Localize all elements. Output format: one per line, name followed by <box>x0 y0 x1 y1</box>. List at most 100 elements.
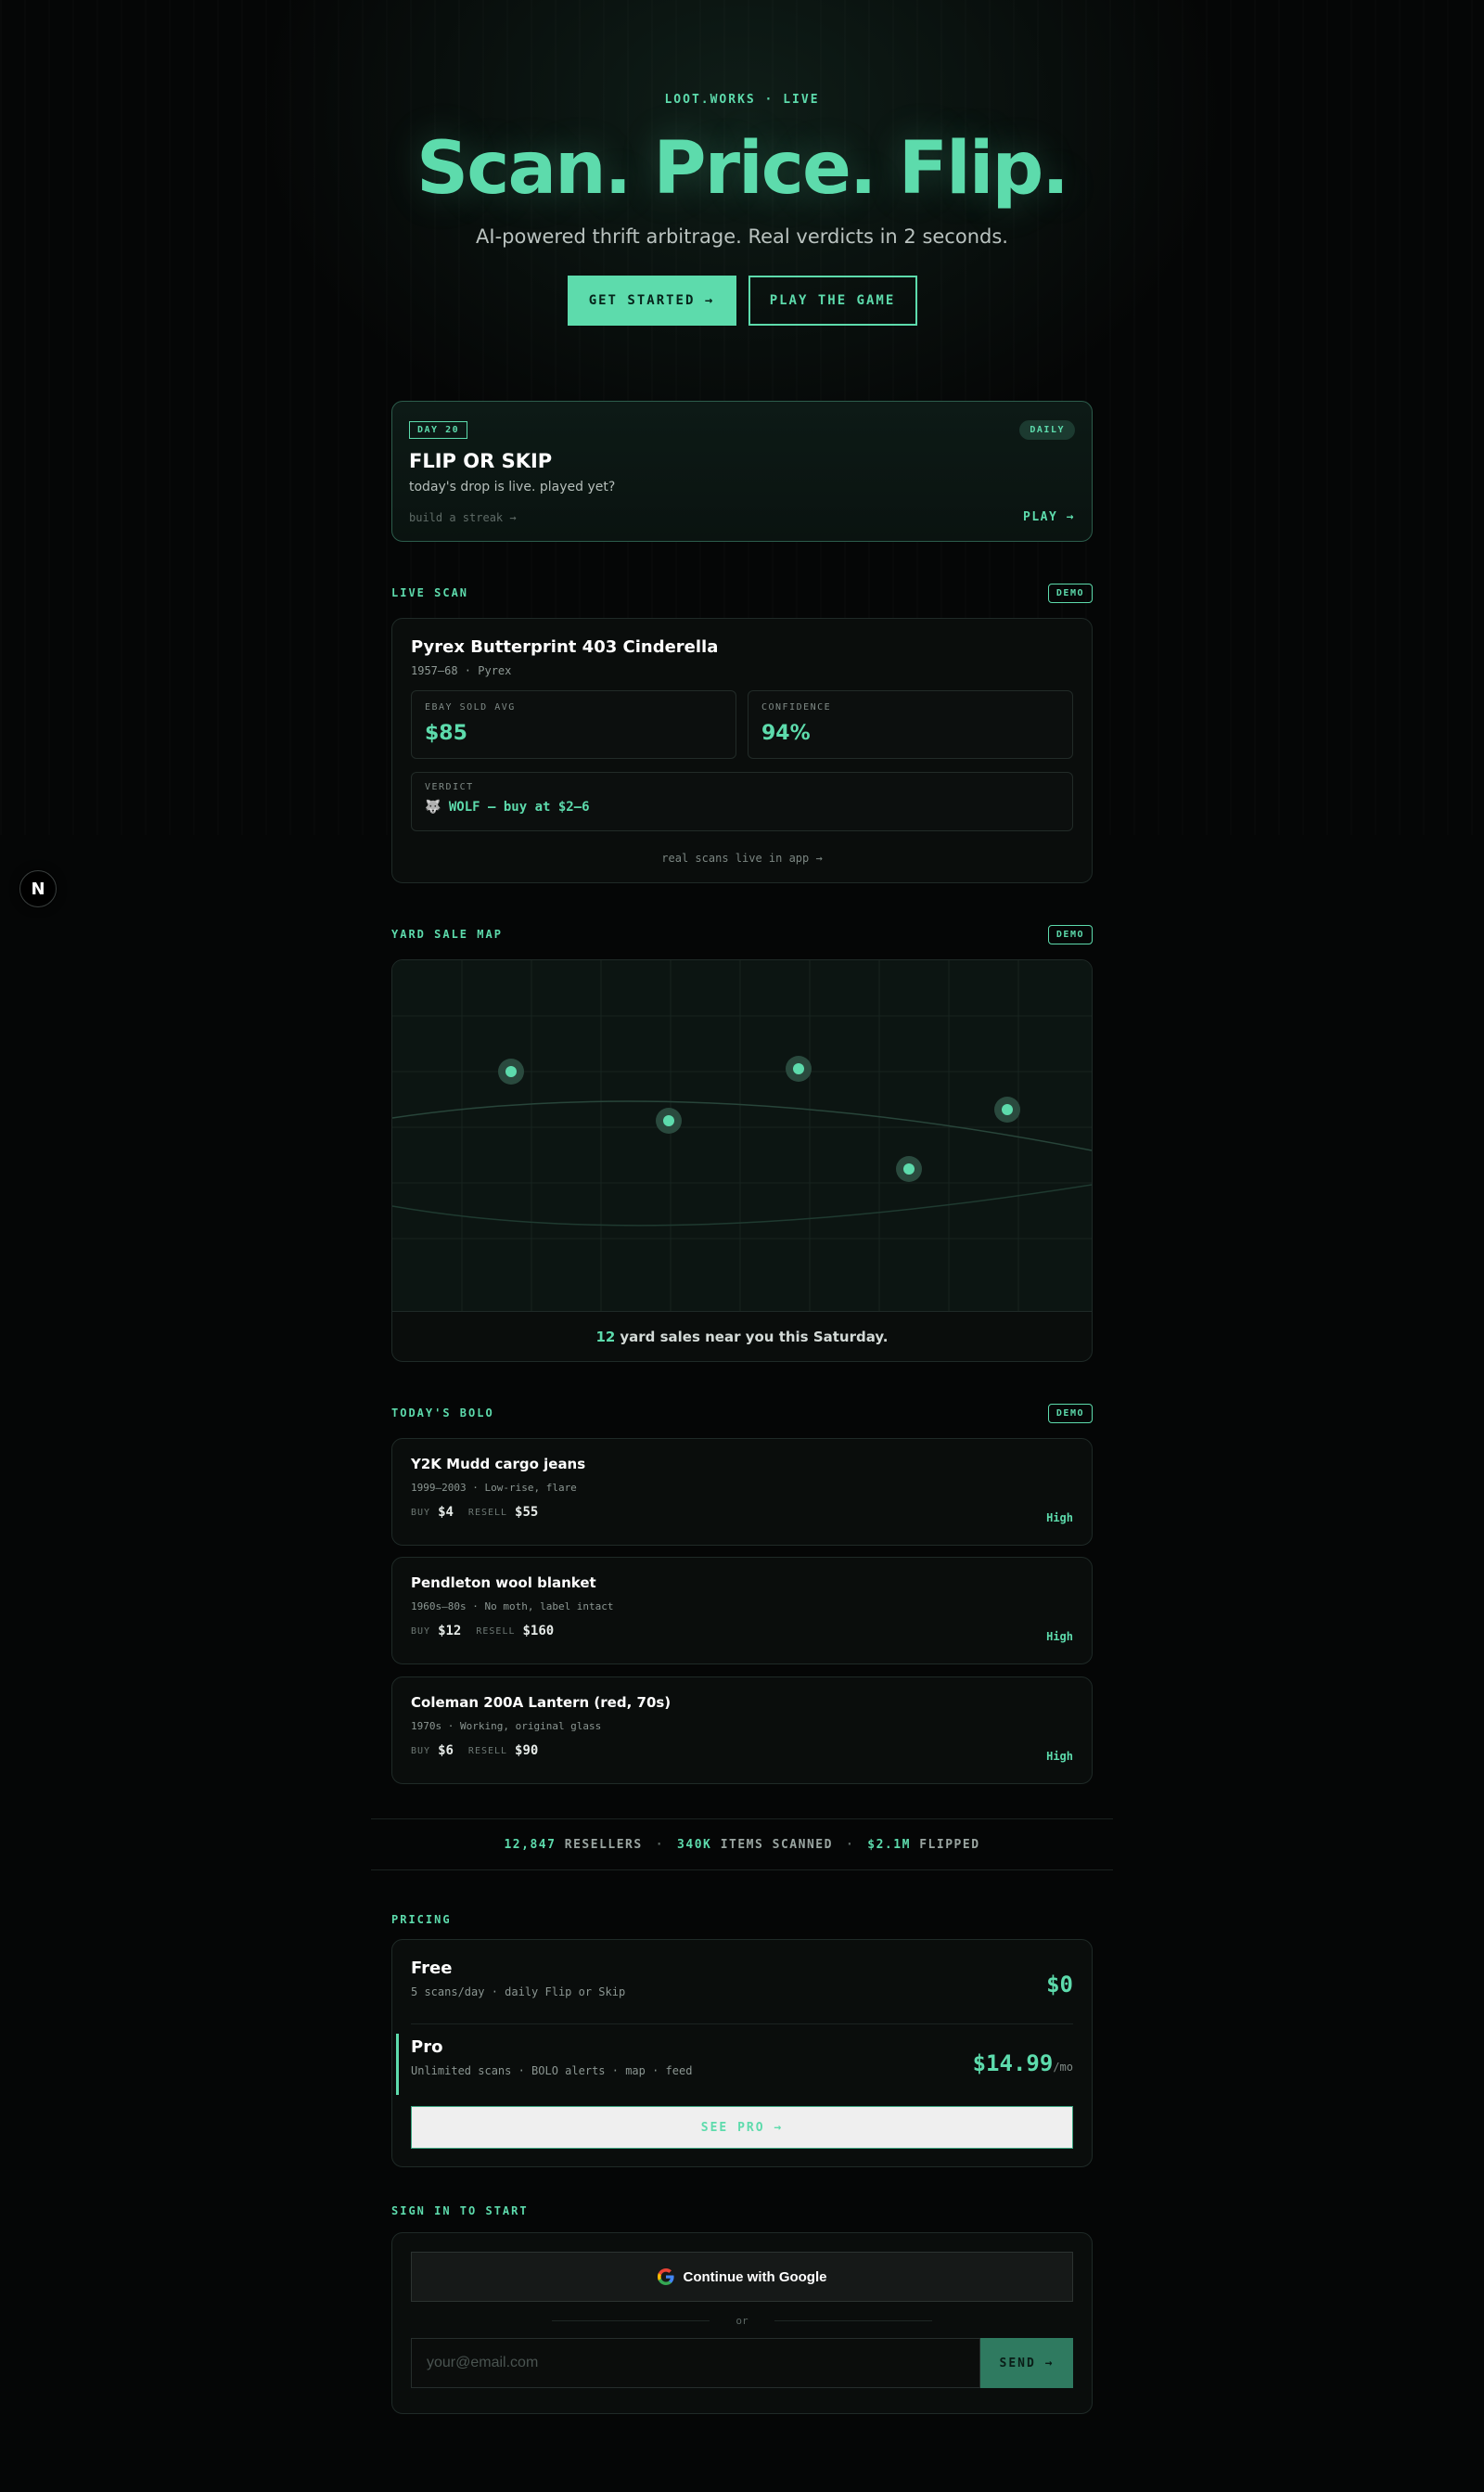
stat-label: CONFIDENCE <box>761 702 832 713</box>
google-icon <box>657 2268 674 2285</box>
plan-price-value: $0 <box>1046 1972 1073 1997</box>
map-pin[interactable] <box>656 1108 682 1134</box>
bolo-item-title: Coleman 200A Lantern (red, 70s) <box>411 1694 672 1711</box>
n-logo-button[interactable]: N <box>19 870 57 907</box>
bolo-item[interactable]: Y2K Mudd cargo jeans 1999–2003 · Low-ris… <box>391 1438 1093 1546</box>
yard-sale-count: 12 <box>595 1328 616 1345</box>
see-pro-button[interactable]: SEE PRO → <box>411 2106 1073 2149</box>
bolo-item-title: Y2K Mudd cargo jeans <box>411 1456 586 1472</box>
bolo-item-title: Pendleton wool blanket <box>411 1574 596 1591</box>
pricing-label: PRICING <box>391 1913 452 1926</box>
pricing-card: Free 5 scans/day · daily Flip or Skip $0… <box>391 1939 1093 2167</box>
hero-title: Scan. Price. Flip. <box>416 127 1069 211</box>
stat-value: $85 <box>425 722 467 745</box>
day-badge: DAY 20 <box>409 421 468 439</box>
daily-footer: build a streak → PLAY → <box>409 510 1075 524</box>
scan-stats: EBAY SOLD AVG $85 CONFIDENCE 94% <box>411 690 1073 759</box>
play-the-game-button[interactable]: PLAY THE GAME <box>748 276 917 326</box>
real-scans-link[interactable]: real scans live in app → <box>411 852 1073 865</box>
verdict-box: VERDICT 🐺 WOLF — buy at $2–6 <box>411 772 1073 831</box>
google-button-label: Continue with Google <box>683 2268 827 2285</box>
pro-highlight-bar <box>396 2034 399 2095</box>
map-grid <box>392 960 1092 1311</box>
stat-confidence: CONFIDENCE 94% <box>748 690 1073 759</box>
todays-bolo-header: TODAY'S BOLO DEMO <box>391 1401 1093 1425</box>
signin-label: SIGN IN TO START <box>391 2204 529 2217</box>
stat-value: 94% <box>761 722 811 745</box>
signin-header: SIGN IN TO START <box>391 2199 1093 2223</box>
demo-badge: DEMO <box>1047 1403 1093 1423</box>
map-pin[interactable] <box>786 1056 812 1082</box>
live-scan-header: LIVE SCAN DEMO <box>391 581 1093 605</box>
map-road <box>392 1100 1092 1151</box>
flipped-label: FLIPPED <box>919 1837 980 1852</box>
plan-divider <box>411 2023 1073 2024</box>
resellers-label: RESELLERS <box>564 1837 643 1852</box>
stat-label: EBAY SOLD AVG <box>425 702 516 713</box>
buy-label: BUY <box>411 1625 431 1637</box>
plan-price: $14.99/mo <box>973 2050 1073 2076</box>
confidence-level: High <box>1046 1750 1073 1763</box>
flipped-amount: $2.1M <box>867 1837 911 1852</box>
hero-eyebrow: LOOT.WORKS · LIVE <box>664 93 820 107</box>
plan-pro[interactable]: Pro Unlimited scans · BOLO alerts · map … <box>396 2034 1073 2095</box>
get-started-button[interactable]: GET STARTED → <box>567 276 736 326</box>
map-pin[interactable] <box>498 1059 524 1085</box>
buy-label: BUY <box>411 1745 431 1756</box>
bolo-item[interactable]: Pendleton wool blanket 1960s–80s · No mo… <box>391 1557 1093 1664</box>
divider-line <box>552 2320 710 2321</box>
confidence-level: High <box>1046 1511 1073 1524</box>
map-pin[interactable] <box>994 1097 1020 1123</box>
or-divider: or <box>411 2315 1073 2327</box>
scan-item-title: Pyrex Butterprint 403 Cinderella <box>411 637 719 657</box>
daily-pill: DAILY <box>1019 420 1075 440</box>
map-area[interactable] <box>392 960 1092 1311</box>
scan-item-meta: 1957–68 · Pyrex <box>411 664 512 677</box>
demo-badge: DEMO <box>1047 924 1093 944</box>
items-scanned-count: 340K <box>677 1837 712 1852</box>
bolo-item[interactable]: Coleman 200A Lantern (red, 70s) 1970s · … <box>391 1676 1093 1784</box>
buy-label: BUY <box>411 1507 431 1518</box>
hero-buttons: GET STARTED → PLAY THE GAME <box>0 276 1484 326</box>
stats-separator: · <box>845 1837 855 1852</box>
yard-sale-map-header: YARD SALE MAP DEMO <box>391 922 1093 946</box>
or-text: or <box>736 2315 748 2327</box>
resell-price: $55 <box>515 1505 539 1520</box>
map-pin[interactable] <box>896 1156 922 1182</box>
stat-ebay-sold-avg: EBAY SOLD AVG $85 <box>411 690 736 759</box>
map-caption: 12 yard sales near you this Saturday. <box>392 1311 1092 1361</box>
plan-price: $0 <box>1046 1972 1073 1997</box>
continue-with-google-button[interactable]: Continue with Google <box>411 2252 1073 2302</box>
items-scanned-label: ITEMS SCANNED <box>720 1837 833 1852</box>
plan-price-period: /mo <box>1053 2061 1073 2074</box>
map-svg <box>392 960 1092 1311</box>
daily-subtitle: today's drop is live. played yet? <box>409 480 616 495</box>
bolo-item-meta: 1970s · Working, original glass <box>411 1720 602 1732</box>
resell-label: RESELL <box>467 1507 508 1518</box>
buy-price: $12 <box>438 1624 462 1638</box>
todays-bolo-label: TODAY'S BOLO <box>391 1407 494 1419</box>
resell-price: $160 <box>522 1624 555 1638</box>
resell-label: RESELL <box>476 1625 516 1637</box>
bolo-prices: BUY $6 RESELL $90 <box>411 1743 1073 1758</box>
yard-sale-map-card: 12 yard sales near you this Saturday. <box>391 959 1093 1362</box>
resellers-count: 12,847 <box>504 1837 556 1852</box>
plan-price-value: $14.99 <box>972 2050 1054 2076</box>
resell-price: $90 <box>515 1743 539 1758</box>
yard-sale-map-label: YARD SALE MAP <box>391 928 503 941</box>
email-field[interactable] <box>411 2338 980 2388</box>
send-button[interactable]: SEND → <box>980 2338 1073 2388</box>
verdict-text: 🐺 WOLF — buy at $2–6 <box>425 800 590 815</box>
pricing-header: PRICING <box>391 1908 1093 1932</box>
map-caption-text: yard sales near you this Saturday. <box>620 1328 889 1345</box>
daily-title: FLIP OR SKIP <box>409 450 553 472</box>
demo-badge: DEMO <box>1047 583 1093 603</box>
build-streak-link[interactable]: build a streak → <box>409 511 517 524</box>
plan-free[interactable]: Free 5 scans/day · daily Flip or Skip $0 <box>411 1959 1073 2016</box>
plan-name: Free <box>411 1959 453 1978</box>
verdict-label: VERDICT <box>425 782 474 792</box>
daily-flip-or-skip-card[interactable]: DAY 20 DAILY FLIP OR SKIP today's drop i… <box>391 401 1093 542</box>
daily-play-link[interactable]: PLAY → <box>1023 510 1075 524</box>
bolo-item-meta: 1999–2003 · Low-rise, flare <box>411 1482 577 1494</box>
map-road <box>392 1184 1092 1227</box>
